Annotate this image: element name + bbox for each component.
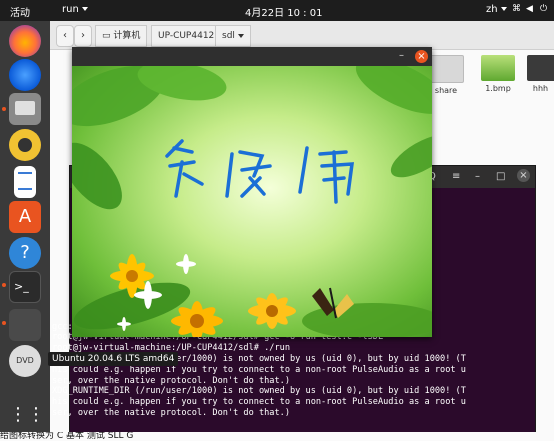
minimize-icon[interactable]: –	[399, 50, 404, 61]
bottom-caption: 给图标转换为 C 基本 测试 SLL G	[0, 432, 554, 441]
sdl-titlebar[interactable]: – ×	[72, 47, 432, 66]
clock[interactable]: 4月22日 10 : 01	[245, 4, 322, 19]
drive-icon: ▭	[102, 31, 114, 41]
file-label: hhh	[532, 84, 549, 93]
software-icon[interactable]: A	[9, 201, 41, 233]
video-thumbnail	[527, 55, 554, 81]
app-menu-label: run	[62, 4, 79, 15]
breadcrumb-folder[interactable]: UP-CUP4412	[151, 25, 222, 47]
file-item[interactable]: hhh	[527, 55, 554, 93]
running-indicator	[2, 283, 6, 287]
terminal-icon[interactable]: >_	[9, 271, 41, 303]
input-method[interactable]: zh	[486, 4, 507, 15]
flower-background-image	[72, 66, 432, 337]
back-button[interactable]: ‹	[56, 25, 74, 47]
breadcrumb-label: 计算机	[113, 31, 141, 41]
chevron-down-icon	[500, 7, 507, 11]
folder-shape	[15, 101, 35, 115]
terminal-line: XDG_RUNTIME_DIR (/run/user/1000) is not …	[52, 386, 466, 397]
document-lines	[18, 172, 32, 190]
folder-icon	[428, 55, 464, 83]
chevron-down-icon	[237, 33, 244, 38]
thunderbird-icon[interactable]	[9, 59, 41, 91]
sdl-canvas[interactable]	[72, 66, 432, 337]
terminal-line: ser, over the native protocol. Don't do …	[52, 407, 290, 418]
chevron-down-icon	[81, 7, 88, 11]
writer-icon[interactable]	[14, 166, 36, 198]
app-menu[interactable]: run	[62, 4, 88, 15]
sdl-window[interactable]: – ×	[72, 47, 432, 337]
show-apps-icon[interactable]: ⋮⋮	[9, 399, 45, 431]
dock: A ? >_ DVD ⋮⋮	[0, 21, 50, 441]
breadcrumb-computer[interactable]: ▭ 计算机	[95, 25, 148, 47]
forward-button[interactable]: ›	[74, 25, 92, 47]
top-bar: 活动 run 4月22日 10 : 01 zh ⌘ ◀ ⏻	[0, 0, 554, 21]
terminal-line: his could e.g. happen if you try to conn…	[52, 397, 466, 408]
network-icon: ⌘	[512, 4, 521, 14]
file-manager-header: ‹ › ▭ 计算机 UP-CUP4412 sdl	[50, 21, 554, 50]
input-method-label: zh	[486, 4, 498, 15]
terminal-line: his could e.g. happen if you try to conn…	[52, 364, 466, 375]
sdl-app-icon[interactable]	[9, 309, 41, 341]
file-item[interactable]: 1.bmp	[475, 55, 521, 93]
activities-button[interactable]: 活动	[10, 4, 30, 19]
image-thumbnail	[481, 55, 515, 81]
dock-tooltip: Ubuntu 20.04.6 LTS amd64	[48, 352, 179, 366]
file-label: 1.bmp	[485, 84, 511, 93]
dvd-icon[interactable]: DVD	[9, 345, 41, 377]
rhythmbox-icon[interactable]	[9, 129, 41, 161]
terminal-line: ser, over the native protocol. Don't do …	[52, 375, 290, 386]
running-indicator	[2, 321, 6, 325]
breadcrumb-sdl[interactable]: sdl	[215, 25, 251, 47]
running-indicator	[2, 107, 6, 111]
close-icon[interactable]: ×	[415, 50, 428, 63]
breadcrumb-label: sdl	[222, 31, 235, 41]
help-icon[interactable]: ?	[9, 237, 41, 269]
firefox-icon[interactable]	[9, 25, 41, 57]
speaker-shape	[18, 138, 32, 152]
files-icon[interactable]	[9, 93, 41, 125]
power-icon[interactable]: ⏻	[540, 4, 547, 14]
file-label: share	[434, 86, 458, 95]
volume-icon: ◀	[526, 4, 533, 14]
